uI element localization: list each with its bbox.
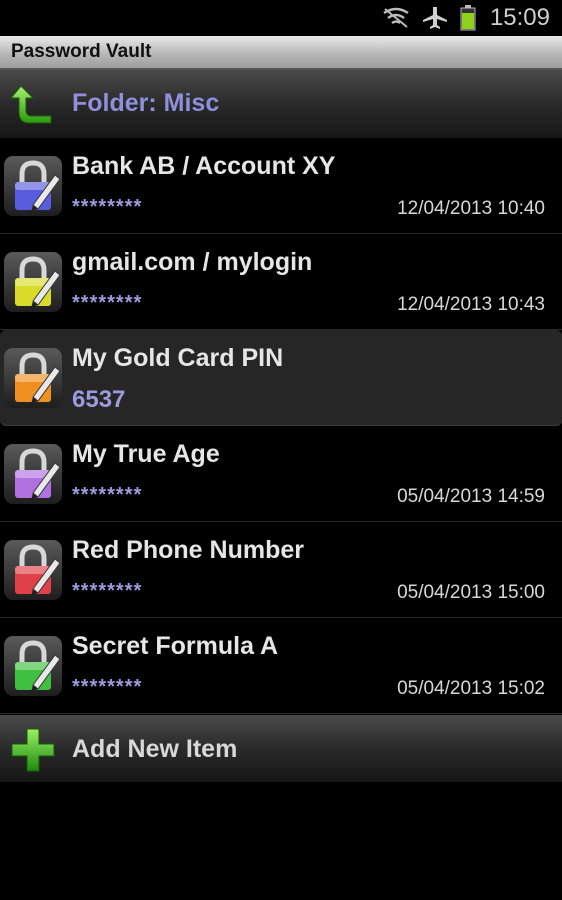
item-title: Bank AB / Account XY bbox=[72, 152, 336, 180]
item-date: 12/04/2013 10:43 bbox=[397, 294, 545, 315]
add-new-item-label: Add New Item bbox=[72, 735, 238, 763]
list-item[interactable]: My True Age ******** 05/04/2013 14:59 bbox=[0, 426, 562, 522]
lock-icon bbox=[4, 540, 62, 600]
lock-icon bbox=[4, 252, 62, 312]
item-date: 05/04/2013 15:00 bbox=[397, 582, 545, 603]
folder-label: Folder: Misc bbox=[72, 89, 220, 117]
item-title: My True Age bbox=[72, 440, 220, 468]
back-arrow-icon[interactable] bbox=[9, 84, 55, 124]
item-secret: ******** bbox=[72, 292, 143, 314]
add-new-item-button[interactable]: Add New Item bbox=[0, 715, 562, 782]
plus-icon bbox=[11, 728, 55, 772]
item-secret: ******** bbox=[72, 580, 143, 602]
app-title-bar: Password Vault bbox=[0, 36, 562, 70]
lock-icon bbox=[4, 348, 62, 408]
item-secret: ******** bbox=[72, 676, 143, 698]
list-item[interactable]: gmail.com / mylogin ******** 12/04/2013 10… bbox=[0, 234, 562, 330]
item-title: gmail.com / mylogin bbox=[72, 248, 313, 276]
status-bar: 15:09 bbox=[0, 0, 562, 36]
battery-icon bbox=[460, 5, 476, 31]
item-secret: ******** bbox=[72, 196, 143, 218]
item-title: Secret Formula A bbox=[72, 632, 279, 660]
wifi-off-icon bbox=[383, 7, 409, 28]
app-title: Password Vault bbox=[11, 41, 152, 62]
item-secret: ******** bbox=[72, 484, 143, 506]
lock-icon bbox=[4, 444, 62, 504]
status-time: 15:09 bbox=[489, 4, 550, 31]
item-title: Red Phone Number bbox=[72, 536, 304, 564]
folder-header[interactable]: Folder: Misc bbox=[0, 70, 562, 138]
item-secret: 6537 bbox=[72, 386, 126, 413]
item-title: My Gold Card PIN bbox=[72, 344, 284, 372]
item-date: 05/04/2013 14:59 bbox=[397, 486, 545, 507]
item-date: 12/04/2013 10:40 bbox=[397, 198, 545, 219]
lock-icon bbox=[4, 156, 62, 216]
list-item[interactable]: Red Phone Number ******** 05/04/2013 15:00 bbox=[0, 522, 562, 618]
item-date: 05/04/2013 15:02 bbox=[397, 678, 545, 699]
list-item[interactable]: Secret Formula A ******** 05/04/2013 15:02 bbox=[0, 618, 562, 714]
airplane-icon bbox=[422, 7, 447, 29]
lock-icon bbox=[4, 636, 62, 696]
list-item[interactable]: My Gold Card PIN 6537 bbox=[0, 330, 562, 426]
list-item[interactable]: Bank AB / Account XY ******** 12/04/2013 1… bbox=[0, 138, 562, 234]
